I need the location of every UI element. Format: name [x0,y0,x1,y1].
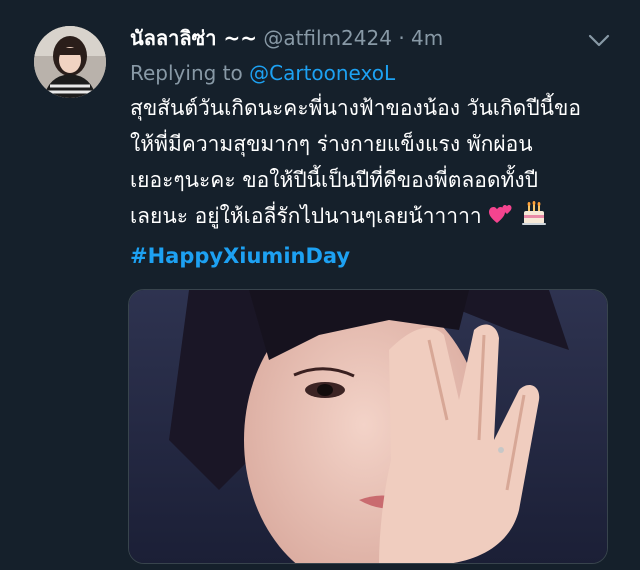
reply-mention-link[interactable]: @CartoonexoL [249,61,395,85]
avatar-image [34,26,106,98]
timestamp[interactable]: 4m [411,26,443,50]
replying-to: Replying to @CartoonexoL [130,56,395,90]
birthday-cake-icon [521,201,547,238]
avatar[interactable] [34,26,106,98]
chevron-down-icon[interactable] [586,30,612,50]
tweet-header: นัลลาลิซ่า ~~ @atfilm2424 · 4m [130,22,580,54]
tweet-text-line-content: เลยนะ อยู่ให้เอลี่รักไปนานๆเลยน้าาาาา [130,204,482,228]
separator-dot: · [398,26,405,50]
user-handle[interactable]: @atfilm2424 [263,26,392,50]
replying-to-label: Replying to [130,61,243,85]
display-name[interactable]: นัลลาลิซ่า ~~ [130,26,257,50]
tweet-text-line: เยอะๆนะคะ ขอให้ปีนี้เป็นปีที่ดีของพี่ตลอ… [130,168,538,192]
tweet-text-line: เลยนะ อยู่ให้เอลี่รักไปนานๆเลยน้าาาาา [130,198,630,238]
tweet-media-photo[interactable] [128,289,608,564]
two-hearts-icon [488,202,514,238]
hashtag-link[interactable]: #HappyXiuminDay [130,238,630,274]
tweet[interactable]: นัลลาลิซ่า ~~ @atfilm2424 · 4m Replying … [0,0,640,570]
tweet-text-line: สุขสันต์วันเกิดนะคะพี่นางฟ้าของน้อง วันเ… [130,96,581,120]
tweet-text: สุขสันต์วันเกิดนะคะพี่นางฟ้าของน้อง วันเ… [130,90,630,274]
tweet-text-line: ให้พี่มีความสุขมากๆ ร่างกายแข็งแรง พักผ่… [130,132,533,156]
photo-image [129,290,607,563]
